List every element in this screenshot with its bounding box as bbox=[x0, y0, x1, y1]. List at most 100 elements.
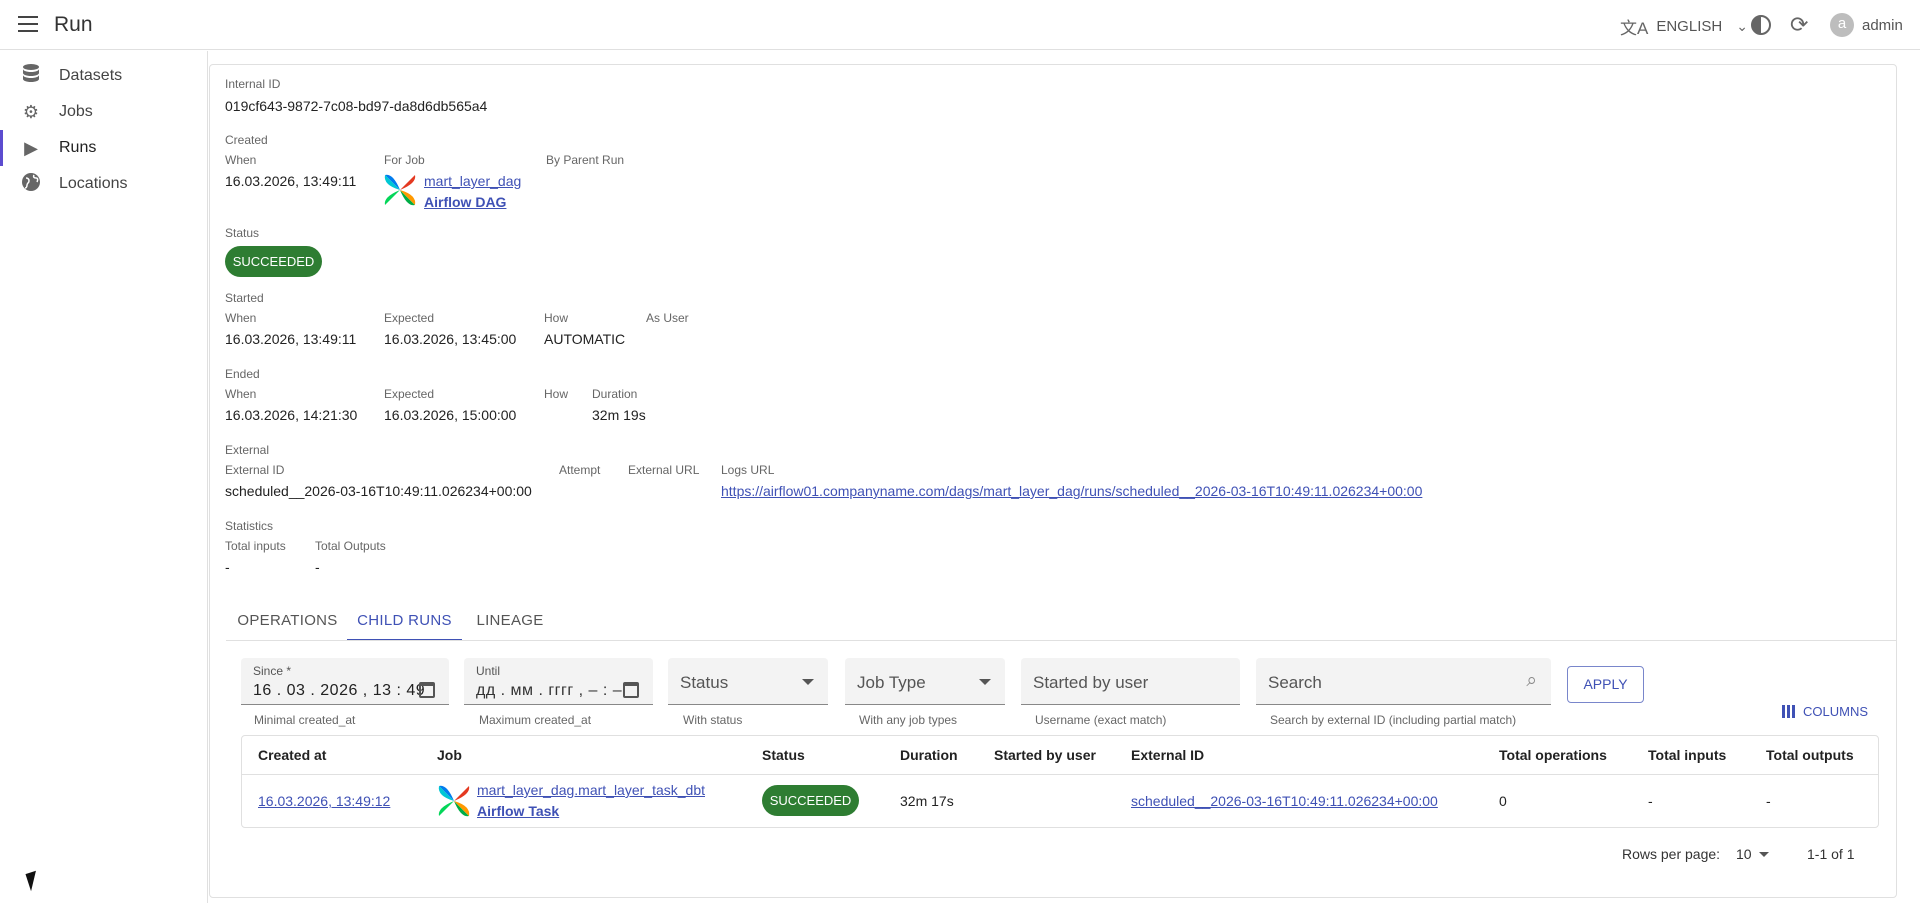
logs-url-label: Logs URL bbox=[721, 463, 775, 477]
created-section-label: Created bbox=[225, 133, 268, 147]
apply-button[interactable]: APPLY bbox=[1567, 666, 1644, 703]
menu-icon[interactable] bbox=[18, 16, 40, 34]
globe-icon bbox=[20, 172, 42, 197]
parent-run-label: By Parent Run bbox=[546, 153, 625, 167]
started-by-helper: Username (exact match) bbox=[1035, 713, 1167, 727]
job-link[interactable]: mart_layer_dag bbox=[424, 173, 521, 189]
tabs-divider bbox=[226, 640, 1896, 641]
job-type-select[interactable]: Job Type bbox=[845, 658, 1005, 705]
sidebar-item-label: Runs bbox=[59, 139, 97, 156]
until-label: Until bbox=[476, 664, 501, 678]
started-by-placeholder: Started by user bbox=[1033, 673, 1149, 692]
duration-label: Duration bbox=[592, 387, 638, 401]
tab-operations[interactable]: OPERATIONS bbox=[226, 606, 349, 641]
sidebar-item-label: Datasets bbox=[59, 67, 123, 84]
column-header[interactable]: Duration bbox=[900, 736, 958, 774]
ended-when-value: 16.03.2026, 14:21:30 bbox=[225, 407, 358, 423]
job-type-link[interactable]: Airflow DAG bbox=[424, 194, 506, 210]
started-expected-value: 16.03.2026, 13:45:00 bbox=[384, 331, 517, 347]
rows-per-page-select[interactable]: 10 bbox=[1736, 846, 1752, 862]
tab-lineage[interactable]: LINEAGE bbox=[462, 606, 558, 641]
sidebar: Datasets ⚙ Jobs ▶ Runs Locations bbox=[0, 51, 208, 903]
sidebar-item-label: Locations bbox=[59, 175, 128, 192]
started-how-value: AUTOMATIC bbox=[544, 331, 626, 347]
sidebar-item-jobs[interactable]: ⚙ Jobs bbox=[0, 94, 207, 130]
job-type-placeholder: Job Type bbox=[857, 673, 926, 692]
status-badge: SUCCEEDED bbox=[762, 785, 859, 816]
refresh-icon[interactable]: ⟳ bbox=[1790, 12, 1808, 38]
translate-icon: 文A bbox=[1620, 19, 1649, 38]
internal-id-label: Internal ID bbox=[225, 77, 281, 91]
database-icon bbox=[20, 63, 42, 90]
tab-child-runs[interactable]: CHILD RUNS bbox=[347, 606, 462, 641]
until-date-input[interactable]: Until дд . мм . гггг , – : – bbox=[464, 658, 653, 705]
external-url-label: External URL bbox=[628, 463, 700, 477]
pagination-range: 1-1 of 1 bbox=[1807, 846, 1855, 862]
statistics-section-label: Statistics bbox=[225, 519, 274, 533]
username[interactable]: admin bbox=[1862, 17, 1903, 34]
since-date-input[interactable]: Since * 16 . 03 . 2026 , 13 : 49 bbox=[241, 658, 449, 705]
total-outputs-value: - bbox=[315, 559, 320, 575]
gear-icon: ⚙ bbox=[22, 101, 40, 122]
header-divider bbox=[242, 774, 1878, 775]
ended-expected-value: 16.03.2026, 15:00:00 bbox=[384, 407, 517, 423]
column-header[interactable]: External ID bbox=[1131, 736, 1204, 774]
app-bar: Run 文A ENGLISH ⌄ ⟳ a admin bbox=[0, 0, 1920, 50]
status-placeholder: Status bbox=[680, 673, 729, 692]
sidebar-item-datasets[interactable]: Datasets bbox=[0, 58, 207, 94]
total-outputs-cell: - bbox=[1766, 793, 1771, 809]
airflow-logo-icon bbox=[438, 785, 470, 817]
calendar-icon[interactable] bbox=[419, 682, 435, 698]
total-inputs-value: - bbox=[225, 559, 230, 575]
total-operations-cell: 0 bbox=[1499, 793, 1507, 809]
external-id-label: External ID bbox=[225, 463, 285, 477]
external-id-link[interactable]: scheduled__2026-03-16T10:49:11.026234+00… bbox=[1131, 793, 1438, 809]
sidebar-item-runs[interactable]: ▶ Runs bbox=[0, 130, 207, 166]
search-icon: ⌕ bbox=[1526, 670, 1537, 691]
started-expected-label: Expected bbox=[384, 311, 435, 325]
logs-url-link[interactable]: https://airflow01.companyname.com/dags/m… bbox=[721, 483, 1422, 499]
ended-when-label: When bbox=[225, 387, 257, 401]
since-helper: Minimal created_at bbox=[254, 713, 356, 727]
dropdown-arrow-icon[interactable] bbox=[1759, 852, 1769, 857]
page-title: Run bbox=[54, 13, 93, 36]
status-badge: SUCCEEDED bbox=[225, 246, 322, 277]
child-runs-table: Created at Job Status Duration Started b… bbox=[241, 735, 1879, 828]
started-when-label: When bbox=[225, 311, 257, 325]
search-input[interactable]: Search ⌕ bbox=[1256, 658, 1551, 705]
ended-expected-label: Expected bbox=[384, 387, 435, 401]
total-inputs-label: Total inputs bbox=[225, 539, 286, 553]
started-section-label: Started bbox=[225, 291, 264, 305]
columns-button[interactable]: COLUMNS bbox=[1782, 704, 1868, 719]
sidebar-item-locations[interactable]: Locations bbox=[0, 166, 207, 202]
column-header[interactable]: Total outputs bbox=[1766, 736, 1854, 774]
column-header[interactable]: Started by user bbox=[994, 736, 1096, 774]
calendar-icon[interactable] bbox=[623, 682, 639, 698]
for-job-label: For Job bbox=[384, 153, 425, 167]
until-value: дд . мм . гггг , – : – bbox=[476, 682, 623, 699]
status-helper: With status bbox=[683, 713, 743, 727]
external-section-label: External bbox=[225, 443, 270, 457]
theme-toggle-icon[interactable] bbox=[1751, 15, 1771, 35]
search-placeholder: Search bbox=[1268, 673, 1322, 692]
search-helper: Search by external ID (including partial… bbox=[1270, 713, 1517, 727]
started-by-input[interactable]: Started by user bbox=[1021, 658, 1240, 705]
ended-section-label: Ended bbox=[225, 367, 260, 381]
created-at-link[interactable]: 16.03.2026, 13:49:12 bbox=[258, 793, 390, 809]
job-type-link[interactable]: Airflow Task bbox=[477, 803, 559, 819]
column-header[interactable]: Total operations bbox=[1499, 736, 1607, 774]
until-helper: Maximum created_at bbox=[479, 713, 592, 727]
column-header[interactable]: Total inputs bbox=[1648, 736, 1726, 774]
column-header[interactable]: Status bbox=[762, 736, 805, 774]
external-id-value: scheduled__2026-03-16T10:49:11.026234+00… bbox=[225, 483, 532, 499]
columns-label: COLUMNS bbox=[1803, 704, 1869, 719]
status-select[interactable]: Status bbox=[668, 658, 828, 705]
language-selector[interactable]: 文A ENGLISH ⌄ bbox=[1620, 14, 1748, 39]
as-user-label: As User bbox=[646, 311, 689, 325]
column-header[interactable]: Job bbox=[437, 736, 462, 774]
created-when-label: When bbox=[225, 153, 257, 167]
column-header[interactable]: Created at bbox=[258, 736, 326, 774]
avatar[interactable]: a bbox=[1830, 13, 1854, 37]
dropdown-arrow-icon bbox=[802, 679, 814, 685]
job-link[interactable]: mart_layer_dag.mart_layer_task_dbt bbox=[477, 782, 705, 798]
